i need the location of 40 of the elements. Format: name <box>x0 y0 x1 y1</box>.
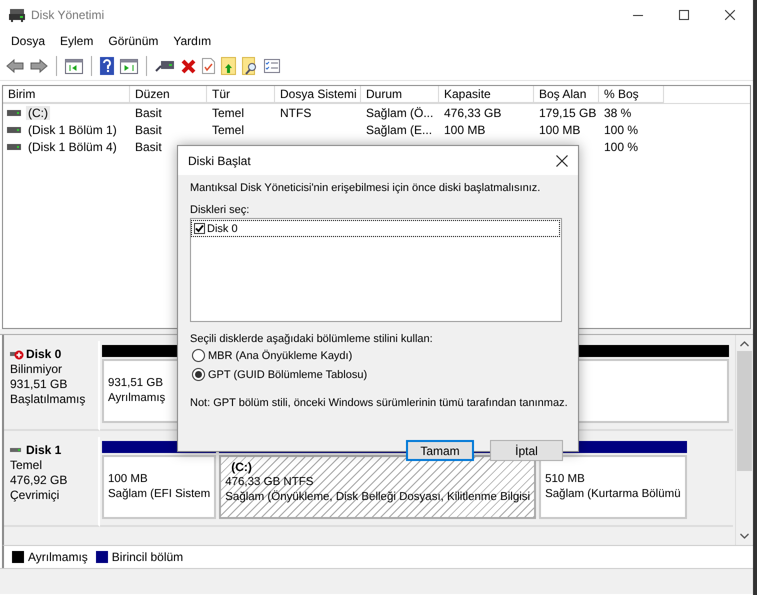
disk-status: Çevrimiçi <box>10 488 60 503</box>
table-cell: 476,33 GB <box>444 106 502 120</box>
partition-info: 931,51 GB <box>108 376 163 391</box>
table-cell: 100 % <box>604 140 638 154</box>
field-label: Seçili disklerde aşağıdaki bölümleme stilini kullan: <box>190 332 434 346</box>
partition-info: 100 MB <box>108 472 148 487</box>
legend-label: Birincil bölüm <box>112 550 184 564</box>
disk-name: Disk 1 <box>26 443 62 458</box>
disk-type: Bilinmiyor <box>10 362 64 377</box>
table-cell: Sağlam (Ö... <box>366 106 434 120</box>
partition-info: Sağlam (EFI Sistem <box>108 487 210 502</box>
table-cell: Basit <box>135 106 162 120</box>
disk-type: Temel <box>10 458 44 473</box>
table-cell: NTFS <box>280 106 312 120</box>
legend-label: Ayrılmamış <box>28 550 88 564</box>
table-cell: 179,15 GB <box>539 106 596 120</box>
note-text: Not: GPT bölüm stili, önceki Windows sürümlerinin tümü tarafından tanınmaz. <box>190 396 567 410</box>
table-cell: Temel <box>212 106 244 120</box>
table-cell: 38 % <box>604 106 632 120</box>
partition-label: (C:) <box>230 460 252 475</box>
partition-info: 510 MB <box>545 472 585 487</box>
partition-info: Sağlam (Önyükleme, Disk Belleği Dosyası, Kilitlenme Bilgisi <box>225 490 530 505</box>
table-cell: 100 MB <box>444 122 486 136</box>
disk-size: 476,92 GB <box>10 473 68 488</box>
disk-name: Disk 0 <box>26 347 62 362</box>
dialog-message: Mantıksal Disk Yöneticisi'nin erişebilmesi için önce diski başlatmalısınız. <box>190 181 542 195</box>
table-cell: Basit <box>135 122 162 136</box>
table-cell: Sağlam (E... <box>366 122 432 136</box>
window-title: Disk Yönetimi <box>31 8 104 22</box>
partition-info: 476,33 GB NTFS <box>225 475 314 490</box>
table-cell: Temel <box>212 122 244 136</box>
partition-info: Ayrılmamış <box>108 391 166 406</box>
table-cell: 100 % <box>604 122 638 136</box>
partition-info: Sağlam (Kurtarma Bölümü <box>545 487 681 502</box>
table-cell: Basit <box>135 140 162 154</box>
disk-size: 931,51 GB <box>10 377 68 392</box>
field-label: Diskleri seç: <box>190 203 250 217</box>
disk-status: Başlatılmamış <box>10 392 86 407</box>
dialog-title: Diski Başlat <box>188 154 251 168</box>
table-cell: 100 MB <box>539 122 580 136</box>
